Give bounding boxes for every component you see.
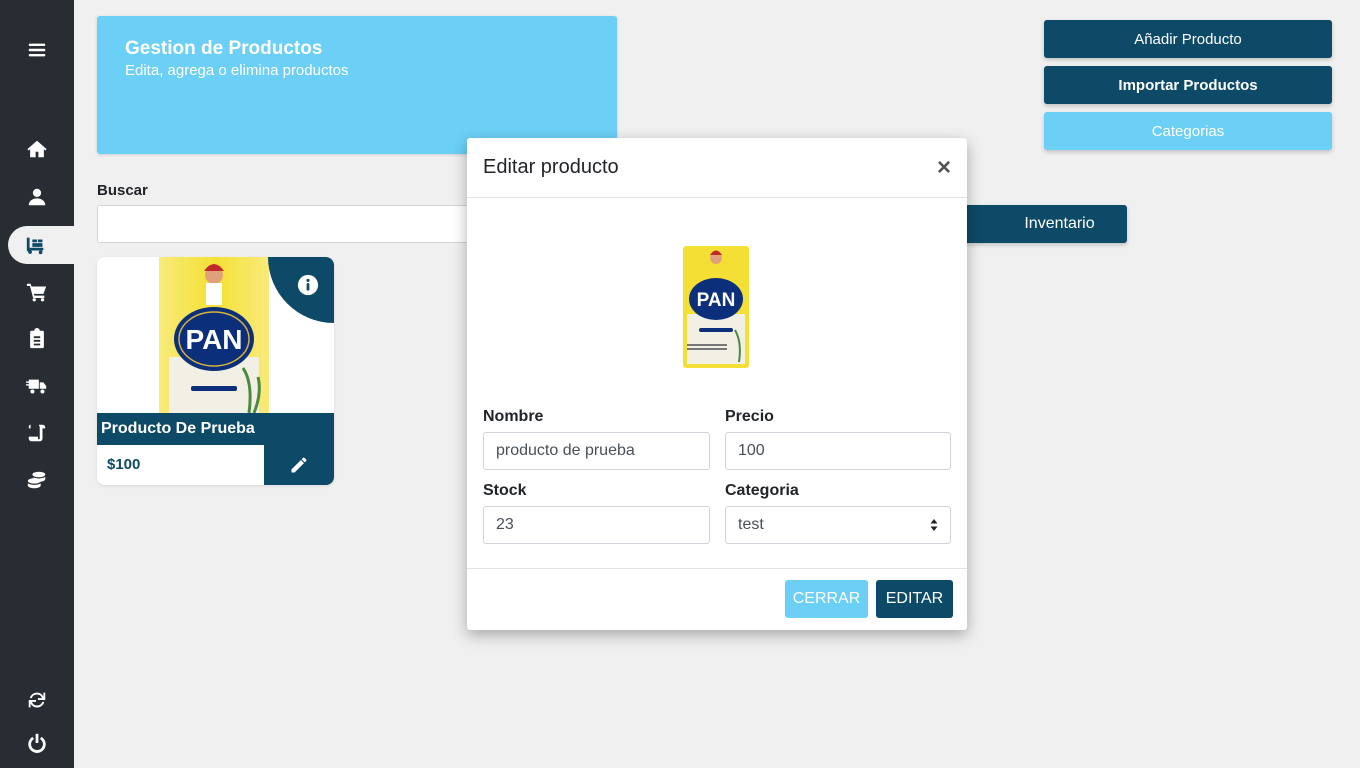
product-name: Producto De Prueba xyxy=(97,413,334,445)
precio-input[interactable]: 100 xyxy=(725,432,951,470)
svg-text:PAN: PAN xyxy=(697,290,736,311)
clipboard-icon[interactable] xyxy=(0,320,74,358)
modal-footer: CERRAR EDITAR xyxy=(467,568,967,630)
search-label: Buscar xyxy=(97,182,148,199)
product-card[interactable]: PAN Producto De Prueba $100 xyxy=(97,257,334,485)
categoria-label: Categoria xyxy=(725,482,799,499)
cerrar-button[interactable]: CERRAR xyxy=(785,580,868,618)
categoria-selected-value: test xyxy=(738,516,764,533)
sidebar xyxy=(0,0,74,768)
header-card: Gestion de Productos Edita, agrega o eli… xyxy=(97,16,617,154)
product-image: PAN xyxy=(159,257,269,413)
select-arrows-icon xyxy=(930,519,938,531)
precio-label: Precio xyxy=(725,408,774,425)
modal-header: Editar producto × xyxy=(467,138,967,198)
nombre-input[interactable]: producto de prueba xyxy=(483,432,710,470)
truck-icon[interactable] xyxy=(0,367,74,405)
svg-text:PAN: PAN xyxy=(185,324,242,355)
menu-icon[interactable] xyxy=(0,31,74,69)
page-subtitle: Edita, agrega o elimina productos xyxy=(125,62,349,79)
user-icon[interactable] xyxy=(0,178,74,216)
power-icon[interactable] xyxy=(0,724,74,762)
close-icon[interactable]: × xyxy=(937,155,951,180)
info-icon xyxy=(297,274,319,296)
product-price: $100 xyxy=(97,445,264,485)
modal-title: Editar producto xyxy=(483,156,619,178)
info-badge[interactable] xyxy=(268,257,334,323)
stock-input[interactable]: 23 xyxy=(483,506,710,544)
sync-icon[interactable] xyxy=(0,681,74,719)
coins-icon[interactable] xyxy=(0,461,74,499)
page-title: Gestion de Productos xyxy=(125,38,323,59)
search-input[interactable] xyxy=(97,205,477,243)
pencil-icon xyxy=(291,457,307,473)
categories-button[interactable]: Categorias xyxy=(1044,112,1332,150)
add-product-button[interactable]: Añadir Producto xyxy=(1044,20,1332,58)
edit-product-modal: Editar producto × PAN Nombre producto de… xyxy=(467,138,967,630)
stock-label: Stock xyxy=(483,482,527,499)
home-icon[interactable] xyxy=(0,130,74,168)
scroll-icon[interactable] xyxy=(0,414,74,452)
categoria-select[interactable]: test xyxy=(725,506,951,544)
inventory-button-label: Inventario xyxy=(1024,215,1095,232)
modal-product-image: PAN xyxy=(683,246,749,368)
import-products-button[interactable]: Importar Productos xyxy=(1044,66,1332,104)
edit-product-button[interactable] xyxy=(264,445,334,485)
dolly-icon[interactable] xyxy=(8,226,74,264)
nombre-label: Nombre xyxy=(483,408,544,425)
editar-button[interactable]: EDITAR xyxy=(876,580,953,618)
cart-icon[interactable] xyxy=(0,273,74,311)
